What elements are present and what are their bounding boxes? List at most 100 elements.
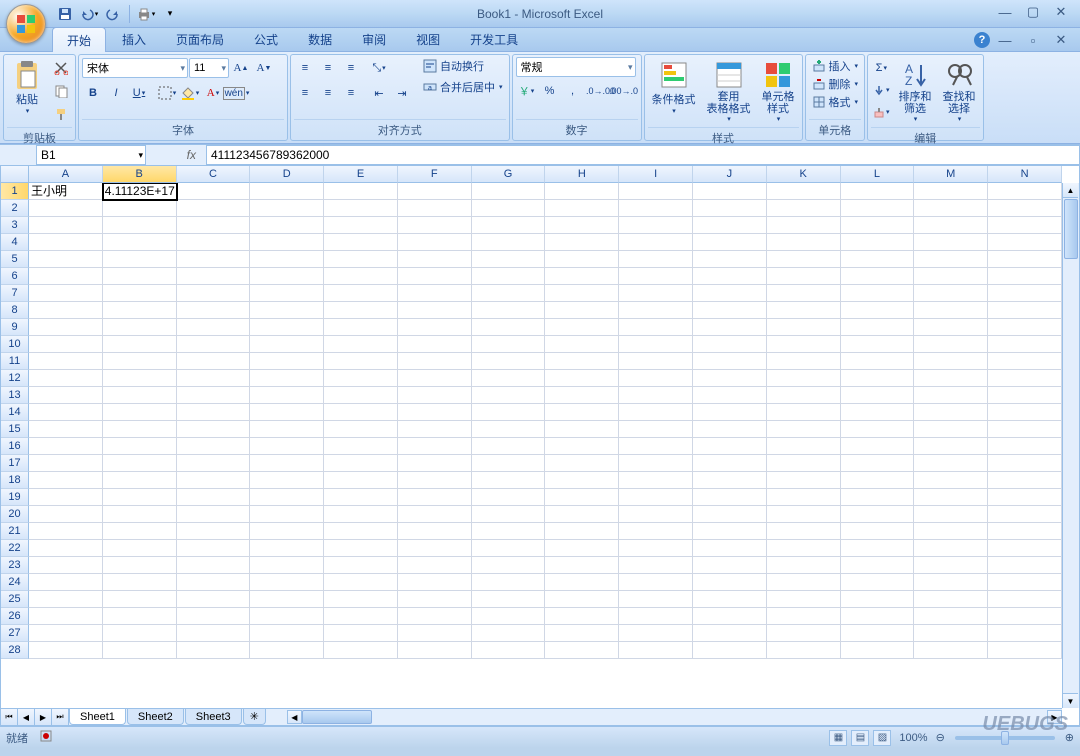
cell-D25[interactable]: [250, 591, 324, 608]
cell-J4[interactable]: [693, 234, 767, 251]
align-left-button[interactable]: ≡: [294, 82, 316, 104]
cell-A16[interactable]: [29, 438, 103, 455]
cell-K5[interactable]: [767, 251, 841, 268]
cell-M13[interactable]: [914, 387, 988, 404]
cell-C22[interactable]: [177, 540, 251, 557]
cell-K13[interactable]: [767, 387, 841, 404]
row-header-17[interactable]: 17: [1, 455, 29, 472]
cell-B10[interactable]: [103, 336, 177, 353]
cell-L6[interactable]: [841, 268, 915, 285]
row-header-20[interactable]: 20: [1, 506, 29, 523]
cell-H17[interactable]: [545, 455, 619, 472]
cell-M24[interactable]: [914, 574, 988, 591]
cell-H9[interactable]: [545, 319, 619, 336]
format-cells-button[interactable]: 格式▾: [809, 93, 862, 111]
cell-J1[interactable]: [693, 183, 767, 200]
cell-I23[interactable]: [619, 557, 693, 574]
cell-K22[interactable]: [767, 540, 841, 557]
row-header-8[interactable]: 8: [1, 302, 29, 319]
cell-I17[interactable]: [619, 455, 693, 472]
cell-L23[interactable]: [841, 557, 915, 574]
cell-G9[interactable]: [472, 319, 546, 336]
row-header-3[interactable]: 3: [1, 217, 29, 234]
cell-D18[interactable]: [250, 472, 324, 489]
cell-M2[interactable]: [914, 200, 988, 217]
zoom-slider[interactable]: [955, 736, 1055, 740]
cell-D1[interactable]: [250, 183, 324, 200]
cell-C3[interactable]: [177, 217, 251, 234]
cell-J3[interactable]: [693, 217, 767, 234]
cell-F27[interactable]: [398, 625, 472, 642]
col-header-K[interactable]: K: [767, 166, 841, 183]
cell-H25[interactable]: [545, 591, 619, 608]
cell-K23[interactable]: [767, 557, 841, 574]
cell-A20[interactable]: [29, 506, 103, 523]
cell-D4[interactable]: [250, 234, 324, 251]
insert-cells-button[interactable]: 插入▾: [809, 57, 862, 75]
cell-D6[interactable]: [250, 268, 324, 285]
row-header-28[interactable]: 28: [1, 642, 29, 659]
cell-A5[interactable]: [29, 251, 103, 268]
col-header-J[interactable]: J: [693, 166, 767, 183]
cell-L5[interactable]: [841, 251, 915, 268]
cell-E9[interactable]: [324, 319, 398, 336]
cell-I22[interactable]: [619, 540, 693, 557]
cell-A9[interactable]: [29, 319, 103, 336]
cell-E1[interactable]: [324, 183, 398, 200]
cell-C7[interactable]: [177, 285, 251, 302]
cell-D22[interactable]: [250, 540, 324, 557]
cell-A2[interactable]: [29, 200, 103, 217]
cell-N18[interactable]: [988, 472, 1062, 489]
cell-K4[interactable]: [767, 234, 841, 251]
cell-G26[interactable]: [472, 608, 546, 625]
cell-I14[interactable]: [619, 404, 693, 421]
cell-F14[interactable]: [398, 404, 472, 421]
cell-J20[interactable]: [693, 506, 767, 523]
cell-F18[interactable]: [398, 472, 472, 489]
cell-A21[interactable]: [29, 523, 103, 540]
row-header-9[interactable]: 9: [1, 319, 29, 336]
cell-B22[interactable]: [103, 540, 177, 557]
cell-L18[interactable]: [841, 472, 915, 489]
select-all-corner[interactable]: [1, 166, 29, 183]
fx-icon[interactable]: fx: [181, 148, 202, 162]
row-header-13[interactable]: 13: [1, 387, 29, 404]
cell-I6[interactable]: [619, 268, 693, 285]
qat-print[interactable]: ▾: [135, 3, 157, 25]
cell-J12[interactable]: [693, 370, 767, 387]
maximize-button[interactable]: ▢: [1020, 3, 1046, 21]
cell-H6[interactable]: [545, 268, 619, 285]
cell-C20[interactable]: [177, 506, 251, 523]
cell-B7[interactable]: [103, 285, 177, 302]
cell-H12[interactable]: [545, 370, 619, 387]
cell-B17[interactable]: [103, 455, 177, 472]
fill-color-button[interactable]: ▾: [179, 82, 201, 104]
cell-M5[interactable]: [914, 251, 988, 268]
cell-E23[interactable]: [324, 557, 398, 574]
cell-K24[interactable]: [767, 574, 841, 591]
cell-N28[interactable]: [988, 642, 1062, 659]
cell-B12[interactable]: [103, 370, 177, 387]
cell-L7[interactable]: [841, 285, 915, 302]
cell-I21[interactable]: [619, 523, 693, 540]
cell-H22[interactable]: [545, 540, 619, 557]
cell-D15[interactable]: [250, 421, 324, 438]
cell-H5[interactable]: [545, 251, 619, 268]
align-center-button[interactable]: ≡: [317, 82, 339, 104]
cell-D26[interactable]: [250, 608, 324, 625]
col-header-M[interactable]: M: [914, 166, 988, 183]
sheet-tab-new[interactable]: ✳: [243, 709, 266, 725]
cell-N22[interactable]: [988, 540, 1062, 557]
row-header-1[interactable]: 1: [1, 183, 29, 200]
cell-C28[interactable]: [177, 642, 251, 659]
cell-I19[interactable]: [619, 489, 693, 506]
cell-F25[interactable]: [398, 591, 472, 608]
cell-A25[interactable]: [29, 591, 103, 608]
cell-B1[interactable]: 4.11123E+17: [103, 183, 177, 200]
cell-K18[interactable]: [767, 472, 841, 489]
view-page-break-button[interactable]: ▨: [873, 730, 891, 746]
cell-F4[interactable]: [398, 234, 472, 251]
cell-I5[interactable]: [619, 251, 693, 268]
cell-J7[interactable]: [693, 285, 767, 302]
cell-G21[interactable]: [472, 523, 546, 540]
